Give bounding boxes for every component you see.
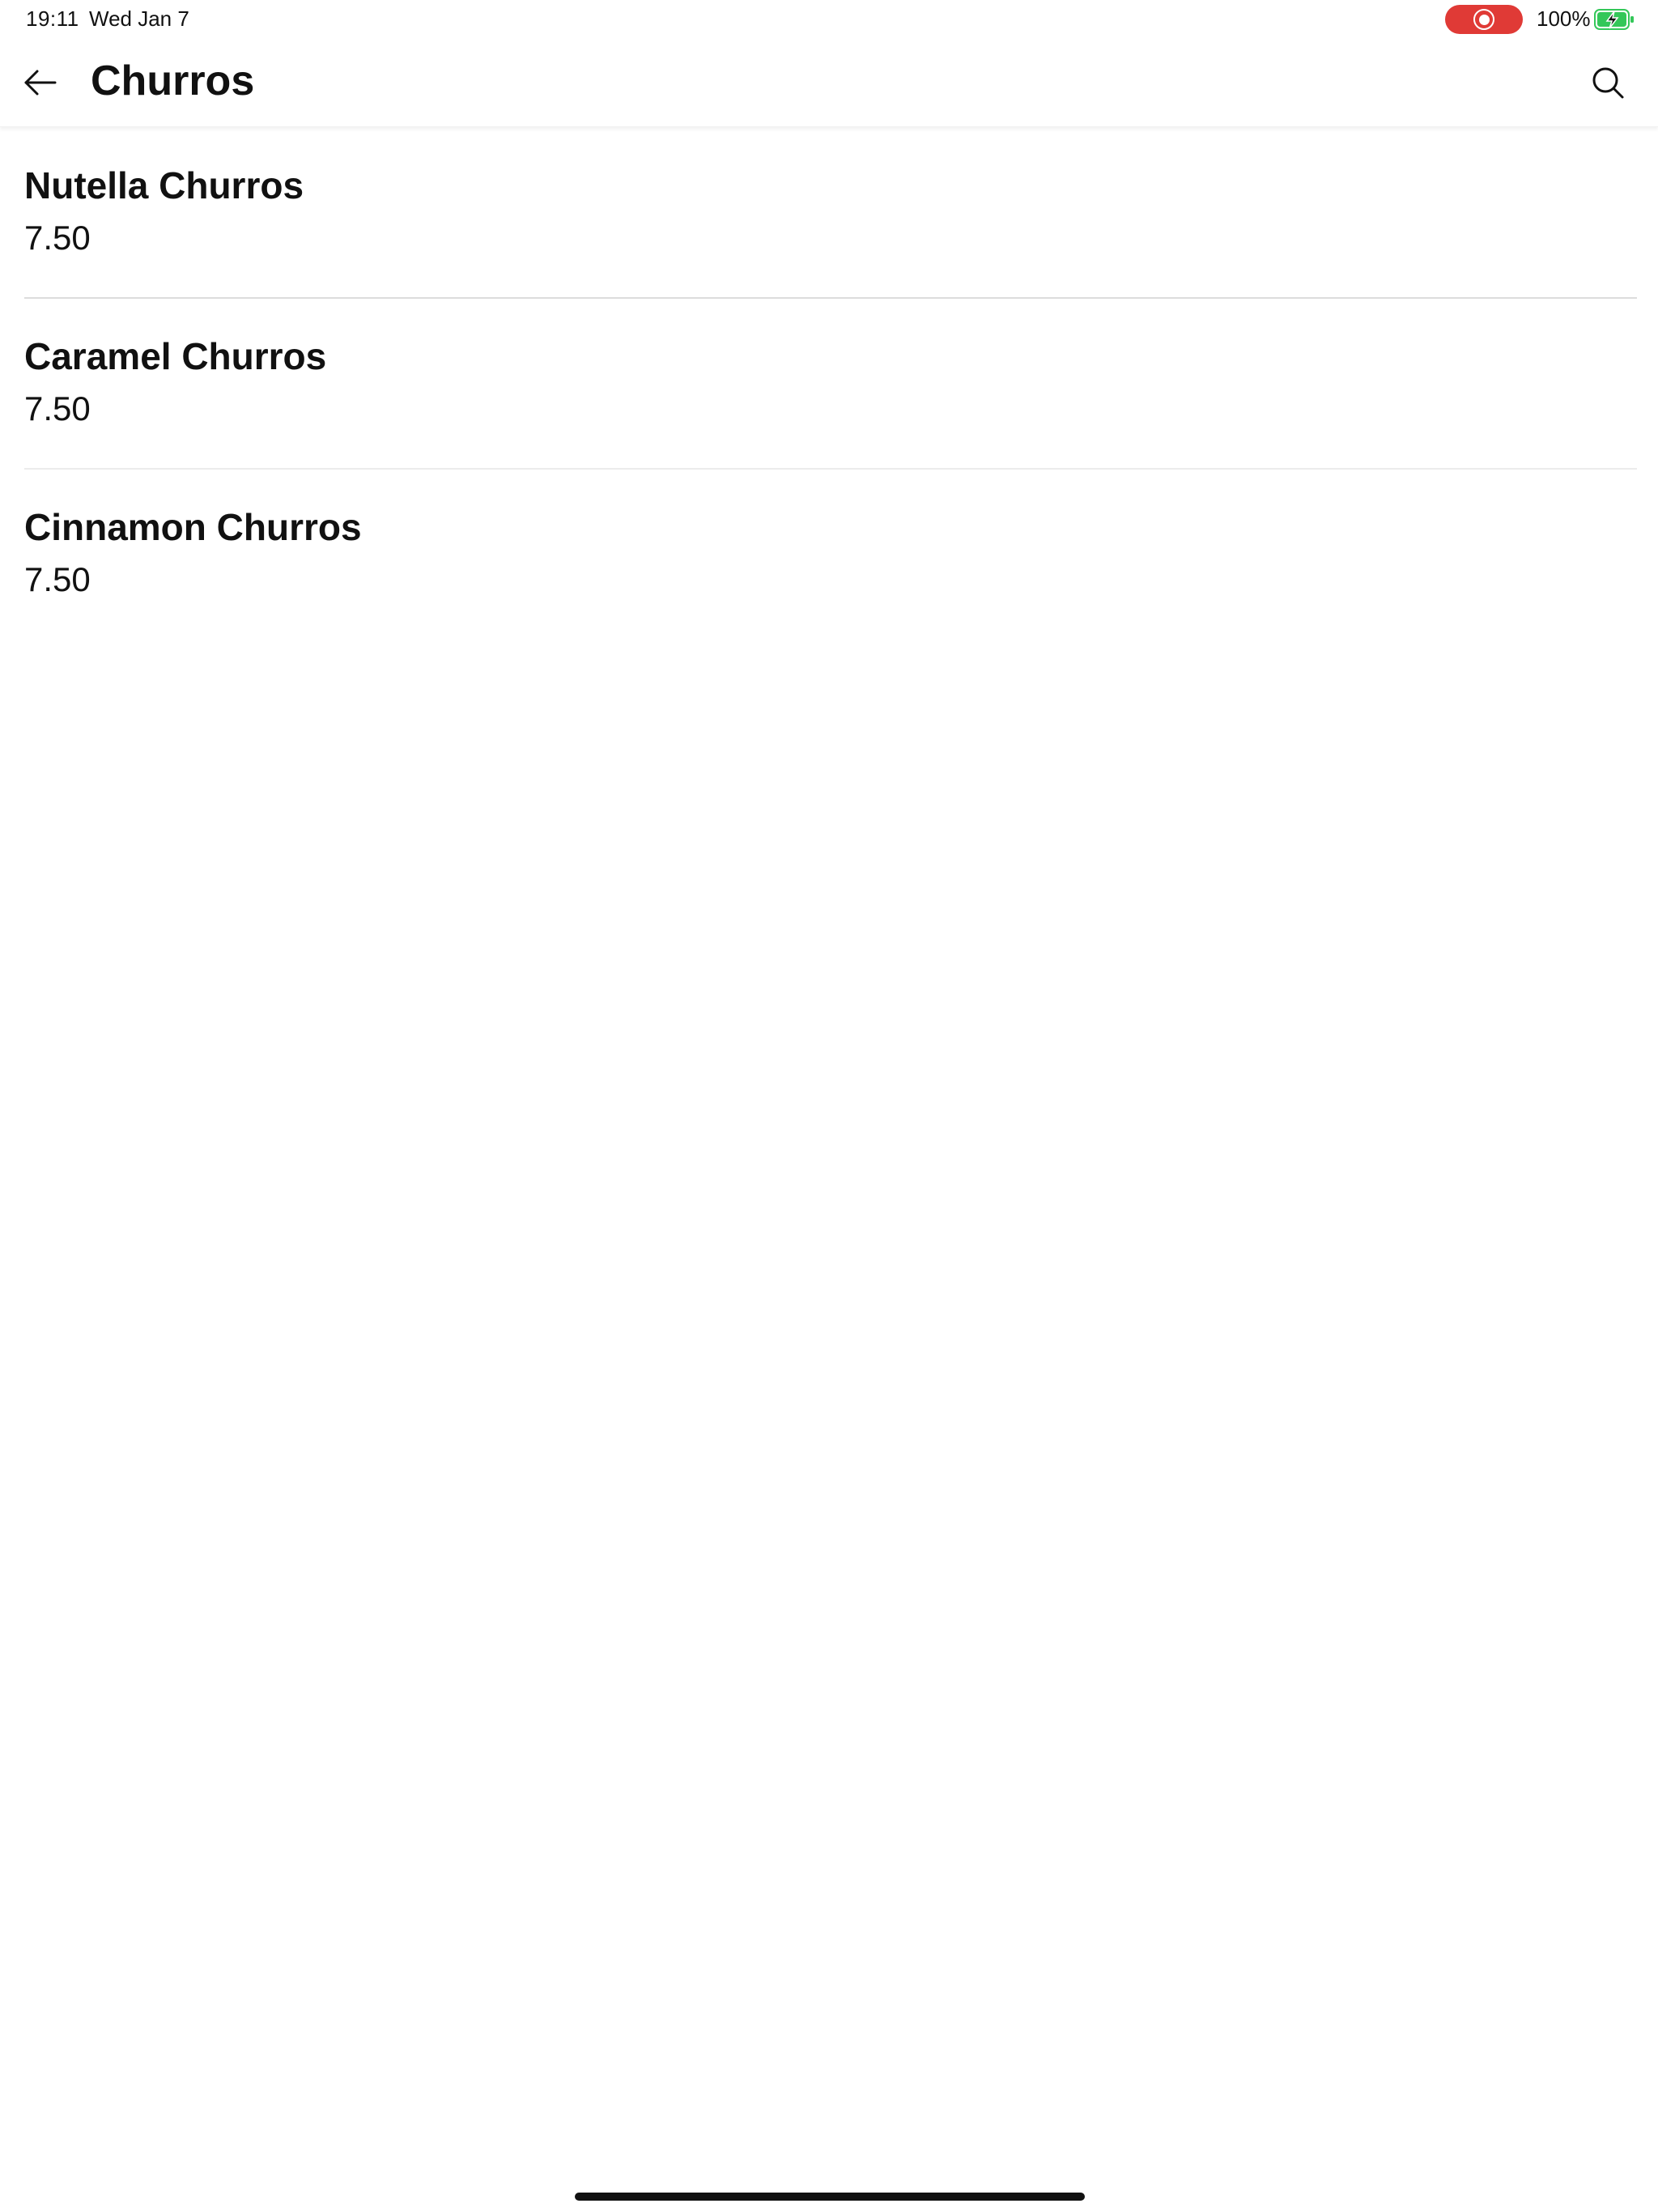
item-price: 7.50 [24, 560, 91, 598]
status-date: Wed Jan 7 [89, 6, 189, 31]
home-indicator[interactable] [575, 2193, 1085, 2201]
item-price: 7.50 [24, 389, 91, 428]
record-dot [1479, 15, 1490, 25]
list-item[interactable]: Caramel Churros 7.50 [24, 299, 1637, 470]
arrow-left-icon[interactable] [21, 63, 60, 102]
screen-record-icon[interactable] [1445, 5, 1523, 34]
page-title: Churros [91, 57, 255, 104]
status-time: 19:11 [26, 6, 79, 31]
list-item[interactable]: Nutella Churros 7.50 [24, 128, 1637, 299]
app-header: Churros [0, 39, 1658, 127]
item-name: Caramel Churros [24, 335, 327, 377]
battery-percent: 100% [1537, 6, 1591, 31]
search-icon[interactable] [1590, 65, 1626, 100]
battery-charging-icon [1594, 9, 1634, 30]
list-item[interactable]: Cinnamon Churros 7.50 [24, 470, 1637, 639]
screen: 19:11 Wed Jan 7 100% Churros Nutella Chu… [0, 0, 1658, 2212]
item-price: 7.50 [24, 219, 91, 257]
item-name: Nutella Churros [24, 164, 304, 206]
menu-list: Nutella Churros 7.50 Caramel Churros 7.5… [24, 128, 1637, 639]
status-bar: 19:11 Wed Jan 7 100% [0, 0, 1658, 39]
item-name: Cinnamon Churros [24, 506, 362, 548]
